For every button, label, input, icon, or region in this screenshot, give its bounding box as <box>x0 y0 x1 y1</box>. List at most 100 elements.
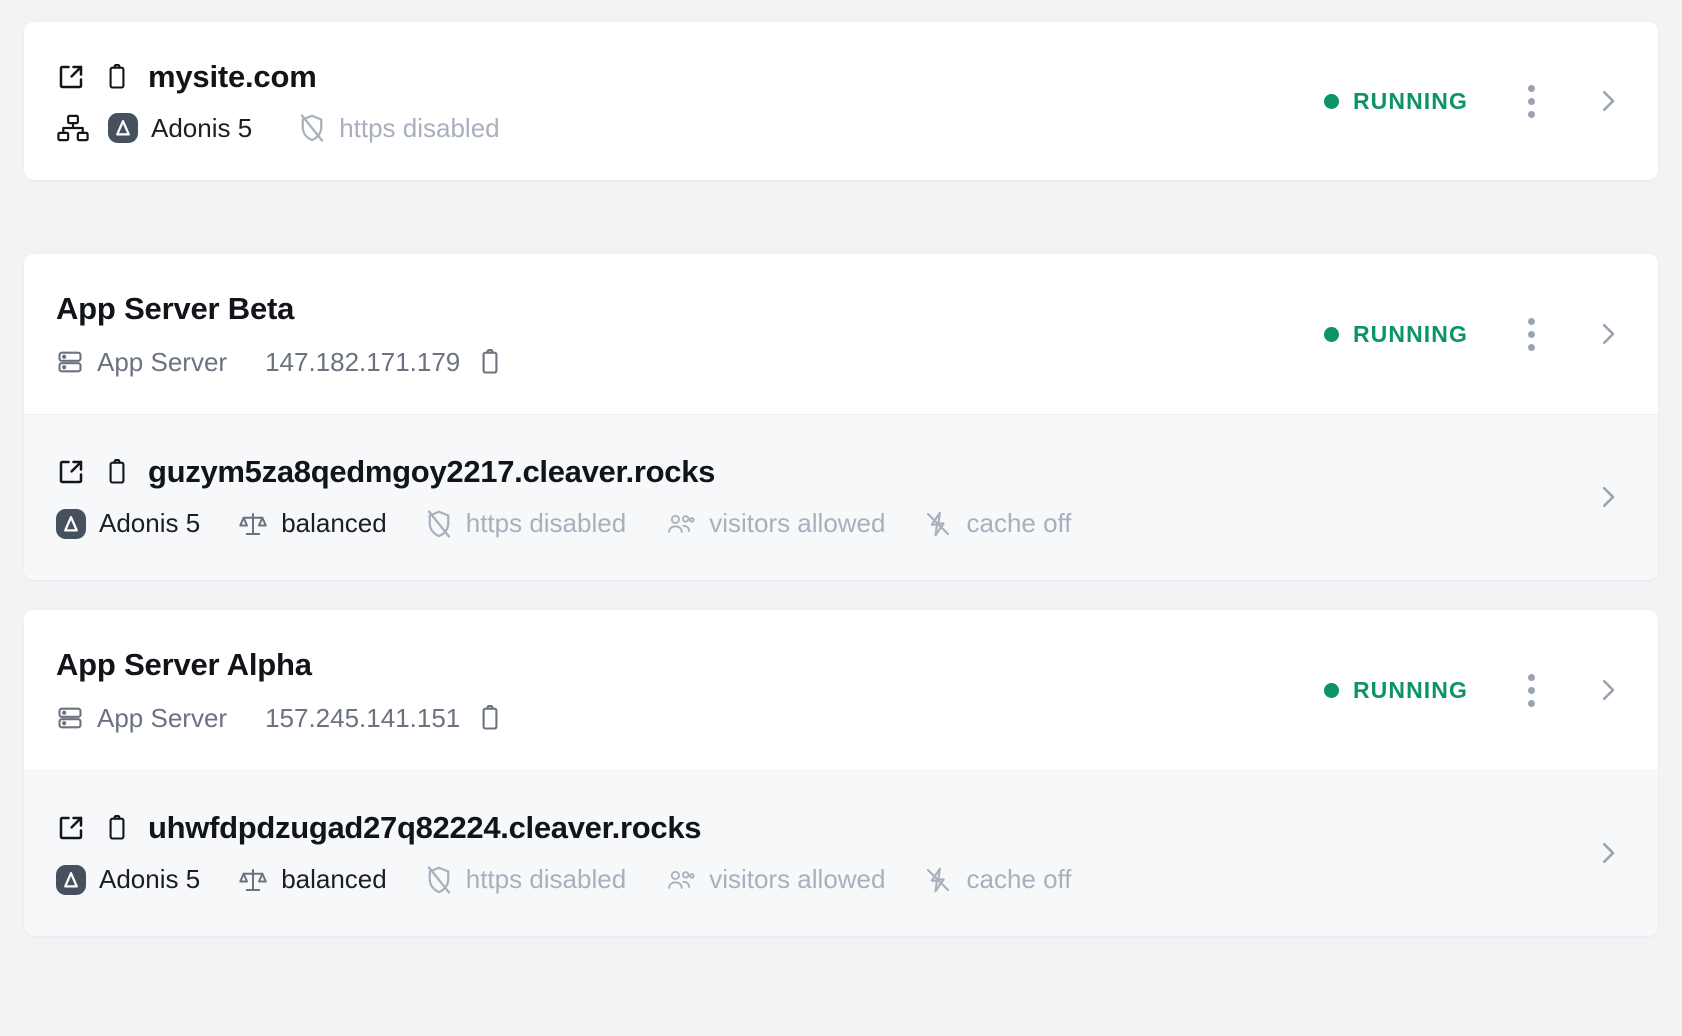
scale-balance-icon <box>238 509 268 539</box>
site-summary-row[interactable]: mysite.com Adonis 5 https disabled RUNNI… <box>24 22 1658 180</box>
status-badge: RUNNING <box>1323 88 1468 115</box>
server-meta-line: App Server 147.182.171.179 <box>56 347 1324 378</box>
clipboard-icon[interactable] <box>104 458 130 486</box>
shield-off-icon <box>425 509 453 539</box>
site-title-line: mysite.com <box>56 59 1324 95</box>
server-name: App Server Alpha <box>56 646 312 682</box>
domain-balance: balanced <box>238 864 387 895</box>
shield-off-icon <box>298 113 326 143</box>
copy-ip-clipboard-icon[interactable] <box>478 704 502 732</box>
domain-meta-line: Adonis 5 balanced https disabled visitor… <box>56 508 1588 539</box>
server-icon <box>56 348 84 376</box>
kebab-menu-icon[interactable] <box>1512 312 1550 356</box>
domain-actions <box>1588 477 1628 517</box>
domain-visitors: visitors allowed <box>664 508 885 539</box>
site-https-label: https disabled <box>339 112 500 143</box>
domain-https-label: https disabled <box>465 508 627 538</box>
domain-title-line: guzym5za8qedmgoy2217.cleaver.rocks <box>56 454 1588 490</box>
sitemap-icon <box>56 113 90 143</box>
chevron-right-icon[interactable] <box>1588 670 1628 710</box>
status-dot-icon <box>1323 93 1339 109</box>
site-domain-name: mysite.com <box>148 58 317 94</box>
domain-info: uhwfdpdzugad27q82224.cleaver.rocks Adoni… <box>56 810 1588 895</box>
server-icon <box>56 704 84 732</box>
domain-framework: Adonis 5 <box>56 508 200 539</box>
site-card-mysite[interactable]: mysite.com Adonis 5 https disabled RUNNI… <box>24 22 1658 180</box>
server-summary-row[interactable]: App Server Beta App Server 147.182.171.1… <box>24 254 1658 414</box>
site-framework-label: Adonis 5 <box>151 112 253 143</box>
users-icon <box>664 510 696 538</box>
domain-row[interactable]: uhwfdpdzugad27q82224.cleaver.rocks Adoni… <box>24 770 1658 936</box>
site-actions: RUNNING <box>1323 79 1628 123</box>
site-https-status: https disabled <box>298 112 500 144</box>
site-info: mysite.com Adonis 5 https disabled <box>56 59 1324 144</box>
domain-cache: cache off <box>923 508 1072 539</box>
server-type-label: App Server <box>97 346 228 377</box>
domain-title-line: uhwfdpdzugad27q82224.cleaver.rocks <box>56 810 1588 846</box>
domain-framework-label: Adonis 5 <box>99 508 201 538</box>
chevron-right-icon[interactable] <box>1588 314 1628 354</box>
server-info: App Server Beta App Server 147.182.171.1… <box>56 291 1324 378</box>
domain-balance-label: balanced <box>281 864 387 894</box>
external-link-icon[interactable] <box>56 62 86 92</box>
clipboard-icon[interactable] <box>104 63 130 91</box>
users-icon <box>664 866 696 894</box>
status-badge: RUNNING <box>1323 676 1468 704</box>
server-type: App Server <box>56 703 227 734</box>
status-dot-icon <box>1323 682 1339 698</box>
domain-cache: cache off <box>923 864 1072 895</box>
scale-balance-icon <box>238 865 268 895</box>
external-link-icon[interactable] <box>56 457 86 487</box>
server-card-beta[interactable]: App Server Beta App Server 147.182.171.1… <box>24 254 1658 580</box>
domain-framework: Adonis 5 <box>56 864 200 895</box>
domain-visitors: visitors allowed <box>664 864 885 895</box>
domain-actions <box>1588 833 1628 873</box>
kebab-menu-icon[interactable] <box>1512 668 1550 712</box>
server-info: App Server Alpha App Server 157.245.141.… <box>56 647 1324 734</box>
domain-info: guzym5za8qedmgoy2217.cleaver.rocks Adoni… <box>56 454 1588 539</box>
server-summary-row[interactable]: App Server Alpha App Server 157.245.141.… <box>24 610 1658 770</box>
zap-off-icon <box>923 509 953 539</box>
server-meta-line: App Server 157.245.141.151 <box>56 703 1324 734</box>
clipboard-icon[interactable] <box>104 814 130 842</box>
server-actions: RUNNING <box>1323 668 1628 712</box>
domain-balance: balanced <box>238 508 387 539</box>
kebab-menu-icon[interactable] <box>1512 79 1550 123</box>
server-card-alpha[interactable]: App Server Alpha App Server 157.245.141.… <box>24 610 1658 936</box>
domain-row[interactable]: guzym5za8qedmgoy2217.cleaver.rocks Adoni… <box>24 414 1658 580</box>
shield-off-icon <box>425 865 453 895</box>
domain-name: guzym5za8qedmgoy2217.cleaver.rocks <box>148 454 716 489</box>
status-label: RUNNING <box>1352 320 1468 347</box>
adonis-logo-icon <box>56 508 86 539</box>
server-name: App Server Beta <box>56 290 295 326</box>
server-ip[interactable]: 157.245.141.151 <box>265 703 460 734</box>
domain-https: https disabled <box>425 508 626 539</box>
status-dot-icon <box>1323 326 1339 342</box>
chevron-right-icon[interactable] <box>1588 477 1628 517</box>
zap-off-icon <box>923 865 953 895</box>
domain-visitors-label: visitors allowed <box>709 508 886 538</box>
server-list-page: mysite.com Adonis 5 https disabled RUNNI… <box>0 0 1682 1036</box>
domain-name: uhwfdpdzugad27q82224.cleaver.rocks <box>148 810 702 845</box>
domain-cache-label: cache off <box>966 508 1072 538</box>
domain-balance-label: balanced <box>281 508 387 538</box>
server-type-label: App Server <box>97 702 228 733</box>
server-actions: RUNNING <box>1323 312 1628 356</box>
status-label: RUNNING <box>1352 676 1468 703</box>
domain-https-label: https disabled <box>465 864 627 894</box>
server-ip[interactable]: 147.182.171.179 <box>265 347 460 378</box>
chevron-right-icon[interactable] <box>1588 833 1628 873</box>
site-framework: Adonis 5 <box>108 113 252 144</box>
domain-meta-line: Adonis 5 balanced https disabled visitor… <box>56 864 1588 895</box>
site-meta-line: Adonis 5 https disabled <box>56 113 1324 144</box>
copy-ip-clipboard-icon[interactable] <box>478 348 502 376</box>
adonis-logo-icon <box>56 864 86 895</box>
external-link-icon[interactable] <box>56 813 86 843</box>
adonis-logo-icon <box>108 113 138 143</box>
status-badge: RUNNING <box>1323 320 1468 348</box>
domain-https: https disabled <box>425 864 626 895</box>
server-type: App Server <box>56 347 227 378</box>
chevron-right-icon[interactable] <box>1588 81 1628 121</box>
